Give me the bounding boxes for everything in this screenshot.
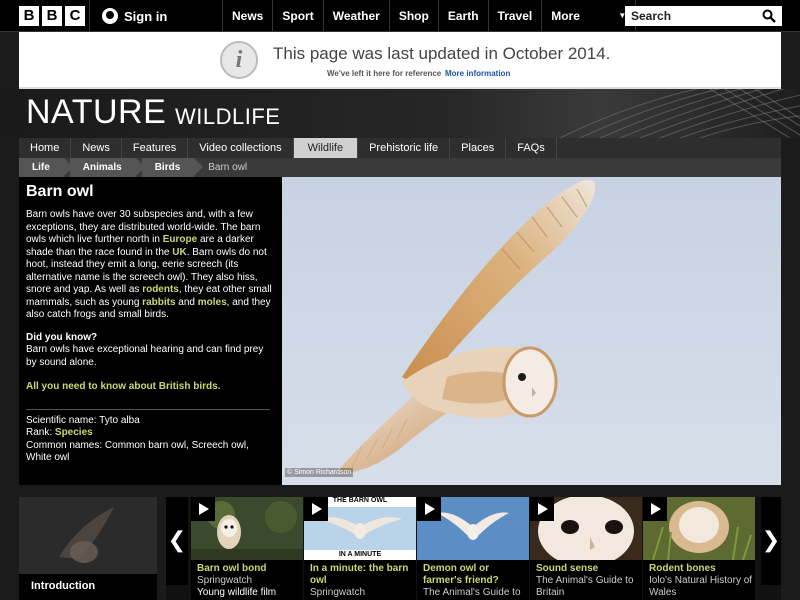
top-nav-earth[interactable]: Earth <box>437 0 488 32</box>
top-nav: News Sport Weather Shop Earth Travel Mor… <box>222 0 637 32</box>
barn-owl-photo <box>282 177 781 485</box>
notice-subtext: We've left it here for reference <box>327 69 442 78</box>
archive-notice: i This page was last updated in October … <box>19 32 781 89</box>
carousel-prev-button[interactable]: ❮ <box>166 497 188 585</box>
barn-owl-illustration <box>282 177 781 485</box>
card-title: Rodent bones <box>649 563 716 574</box>
rodents-link[interactable]: rodents <box>142 284 179 295</box>
search-icon[interactable] <box>762 9 776 23</box>
common-names: Common names: Common barn owl, Screech o… <box>26 439 249 464</box>
site-header: NATURE WILDLIFE <box>0 89 800 138</box>
notice-title: This page was last updated in October 20… <box>273 44 611 63</box>
divider <box>26 408 270 410</box>
section-nav-places[interactable]: Places <box>450 138 507 158</box>
section-nav-wildlife[interactable]: Wildlife <box>293 138 359 158</box>
card-title: Demon owl or farmer's friend? <box>423 563 499 586</box>
bbc-logo-letter: C <box>65 6 85 26</box>
introduction-label: Introduction <box>19 574 157 600</box>
rank-line: Rank: Species <box>26 427 275 440</box>
card-extra: Young wildlife film <box>197 587 277 598</box>
bbc-logo-letter: B <box>42 6 62 26</box>
play-icon <box>530 497 554 521</box>
info-icon: i <box>220 41 258 79</box>
thumbnail-title: THE BARN OWL <box>332 497 388 504</box>
top-nav-news[interactable]: News <box>222 0 272 32</box>
thumbnail-caption: IN A MINUTE <box>338 551 382 558</box>
carousel-card[interactable]: Demon owl or farmer's friend? The Animal… <box>417 497 529 600</box>
video-carousel: ❮ Barn owl bond Springwatch Young wildli… <box>166 497 781 600</box>
section-nav-features[interactable]: Features <box>122 138 189 158</box>
more-information-link[interactable]: More information <box>445 69 510 78</box>
feather-texture <box>559 89 800 138</box>
top-nav-weather[interactable]: Weather <box>322 0 389 32</box>
breadcrumb-current: Barn owl <box>208 162 248 173</box>
card-thumbnail <box>643 497 755 560</box>
introduction-card[interactable]: Introduction <box>19 497 157 600</box>
top-nav-sport[interactable]: Sport <box>272 0 322 32</box>
species-link[interactable]: Species <box>55 427 93 438</box>
carousel-card[interactable]: Barn owl bond Springwatch Young wildlife… <box>191 497 303 600</box>
page-title: Barn owl <box>26 183 94 200</box>
did-you-know-heading: Did you know? <box>26 331 98 343</box>
bbc-top-bar: B B C Sign in News Sport Weather Shop Ea… <box>0 0 800 32</box>
site-subtitle[interactable]: WILDLIFE <box>175 104 280 130</box>
carousel-card[interactable]: THE BARN OWL IN A MINUTE In a minute: th… <box>304 497 416 600</box>
rabbits-link[interactable]: rabbits <box>142 297 175 308</box>
site-title[interactable]: NATURE <box>26 93 166 132</box>
article-panel: Barn owl Barn owls have over 30 subspeci… <box>19 177 282 485</box>
more-menu-button[interactable]: More ▼ <box>541 0 637 32</box>
section-nav-faqs[interactable]: FAQs <box>506 138 557 158</box>
card-source: The Animal's Guide to Britain <box>536 575 634 598</box>
bbc-logo-letter: B <box>19 6 39 26</box>
did-you-know-text: Barn owls have exceptional hearing and c… <box>26 344 264 368</box>
card-source: Springwatch <box>310 587 366 598</box>
section-nav-video-collections[interactable]: Video collections <box>188 138 294 158</box>
related-content: Introduction ❮ Barn owl bond Springwatch… <box>0 485 800 600</box>
moles-link[interactable]: moles <box>198 297 227 308</box>
card-title: In a minute: the barn owl <box>310 563 409 586</box>
article-intro: Barn owls have over 30 subspecies and, w… <box>26 209 275 322</box>
breadcrumb-birds[interactable]: Birds <box>141 158 203 177</box>
sign-in-label: Sign in <box>124 8 168 24</box>
play-icon <box>191 497 215 521</box>
card-source: The Animal's Guide to <box>423 587 521 598</box>
photo-credit: © Simon Richardson <box>285 468 354 477</box>
section-nav-news[interactable]: News <box>71 138 122 158</box>
card-source: Springwatch <box>197 575 253 586</box>
top-nav-shop[interactable]: Shop <box>388 0 438 32</box>
search-box <box>625 6 782 26</box>
intro-thumbnail <box>19 497 157 574</box>
breadcrumb: Life Animals Birds Barn owl <box>19 158 781 177</box>
card-title: Barn owl bond <box>197 563 267 574</box>
divider <box>89 0 90 32</box>
card-thumbnail <box>530 497 642 560</box>
intro-text: and <box>175 296 198 308</box>
europe-link[interactable]: Europe <box>163 234 197 245</box>
section-nav-home[interactable]: Home <box>19 138 72 158</box>
card-thumbnail <box>417 497 529 560</box>
more-label: More <box>551 9 580 23</box>
card-title: Sound sense <box>536 563 599 574</box>
british-birds-link[interactable]: All you need to know about British birds… <box>26 381 275 394</box>
play-icon <box>643 497 667 521</box>
carousel-card[interactable]: Sound sense The Animal's Guide to Britai… <box>530 497 642 600</box>
sign-in-link[interactable]: Sign in <box>102 0 167 32</box>
uk-link[interactable]: UK <box>172 247 186 258</box>
play-icon <box>417 497 441 521</box>
card-source: Iolo's Natural History of Wales <box>649 575 753 598</box>
search-input[interactable] <box>625 6 755 26</box>
card-thumbnail <box>191 497 303 560</box>
rank-label: Rank: <box>26 427 55 438</box>
scientific-name: Scientific name: Tyto alba <box>26 414 140 426</box>
section-nav: Home News Features Video collections Wil… <box>19 138 781 158</box>
carousel-card[interactable]: Rodent bones Iolo's Natural History of W… <box>643 497 755 600</box>
user-icon <box>102 8 118 24</box>
breadcrumb-animals[interactable]: Animals <box>69 158 145 177</box>
carousel-next-button[interactable]: ❯ <box>761 497 781 585</box>
top-nav-travel[interactable]: Travel <box>487 0 542 32</box>
breadcrumb-life[interactable]: Life <box>19 158 73 177</box>
bbc-logo[interactable]: B B C <box>19 6 85 26</box>
section-nav-prehistoric-life[interactable]: Prehistoric life <box>358 138 451 158</box>
card-thumbnail: THE BARN OWL IN A MINUTE <box>304 497 416 560</box>
